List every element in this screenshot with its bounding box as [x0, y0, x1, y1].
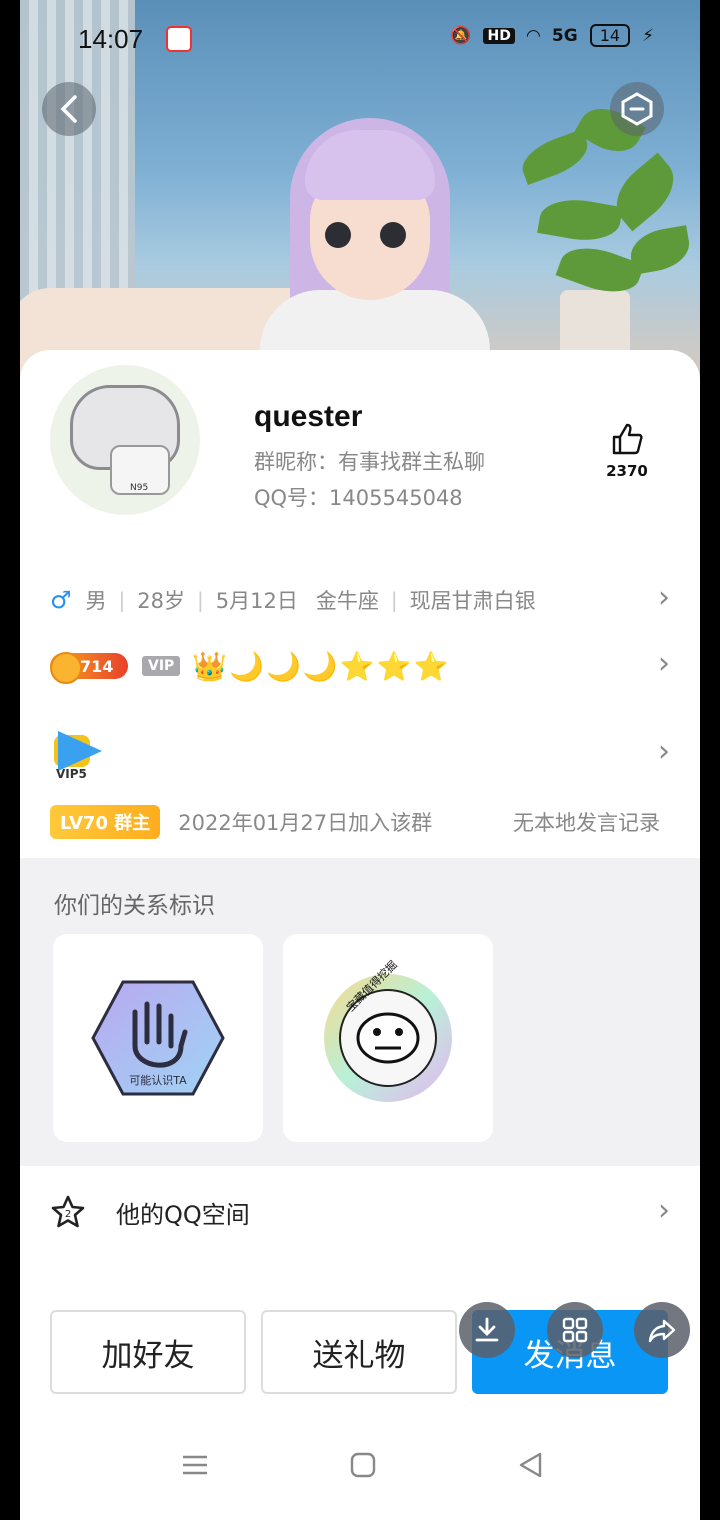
- home-button[interactable]: [348, 1450, 378, 1488]
- send-gift-button[interactable]: 送礼物: [261, 1310, 457, 1394]
- video-vip-row[interactable]: VIP5 ›: [50, 728, 670, 784]
- triangle-back-icon: [519, 1452, 542, 1478]
- birthday: 5月12日: [215, 589, 298, 613]
- male-icon: ♂: [50, 586, 72, 614]
- system-nav-bar: [20, 1450, 700, 1500]
- gender: 男: [85, 589, 107, 613]
- status-time: 14:07: [78, 24, 144, 54]
- video-app-notification-icon: [166, 26, 192, 52]
- chat-history-link[interactable]: 无本地发言记录: [513, 807, 660, 837]
- relationship-card-maybe-know[interactable]: 可能认识TA: [53, 934, 263, 1142]
- basic-info-row[interactable]: ♂ 男 | 28岁 | 5月12日 金牛座 | 现居甘肃白银 ›: [50, 580, 670, 620]
- signal-icon: 5G: [551, 25, 578, 46]
- avatar-3d-eye: [380, 222, 406, 248]
- group-level-badge: LV70 群主: [50, 805, 161, 839]
- profile-name: quester: [254, 400, 363, 433]
- tv-icon-play: [58, 731, 102, 771]
- like-button[interactable]: 2370: [602, 422, 652, 480]
- zodiac: 金牛座: [315, 589, 379, 613]
- download-icon: [475, 1317, 499, 1342]
- like-count: 2370: [606, 462, 648, 480]
- plant-leaf: [626, 225, 694, 275]
- vip-badge: VIP: [142, 656, 181, 676]
- join-date: 2022年01月27日加入该群: [178, 811, 433, 835]
- qq-number: QQ号：1405545048: [254, 486, 463, 510]
- thumbs-up-icon: [612, 423, 643, 455]
- chevron-right-icon: ›: [658, 646, 670, 681]
- status-bar: 14:07 🔕 HD ◠ 5G 14 ⚡: [20, 0, 700, 80]
- relationship-title: 你们的关系标识: [54, 893, 215, 919]
- battery-icon: 14: [589, 24, 631, 47]
- recent-apps-button[interactable]: [180, 1450, 210, 1488]
- chevron-right-icon: ›: [658, 1193, 670, 1228]
- svg-text:可能认识TA: 可能认识TA: [129, 1073, 187, 1087]
- treasure-face-badge-icon: 宝藏值得挖掘: [324, 958, 452, 1102]
- relationship-card-treasure[interactable]: 宝藏值得挖掘: [283, 934, 493, 1142]
- video-vip-label: VIP5: [56, 767, 87, 781]
- chevron-right-icon: ›: [658, 580, 670, 615]
- add-friend-button[interactable]: 加好友: [50, 1310, 246, 1394]
- group-info-row: LV70 群主 2022年01月27日加入该群 无本地发言记录: [50, 802, 670, 842]
- user-avatar[interactable]: N95: [50, 365, 200, 515]
- divider: |: [390, 588, 398, 612]
- profile-cover-image: 14:07 🔕 HD ◠ 5G 14 ⚡: [20, 0, 700, 380]
- waving-hand-badge-icon: 可能认识TA: [91, 980, 225, 1096]
- avatar-mask-text: N95: [130, 483, 149, 493]
- profile-screen: 14:07 🔕 HD ◠ 5G 14 ⚡ N95 quester 群昵称：有事找…: [20, 0, 700, 1520]
- location: 现居甘肃白银: [409, 589, 536, 613]
- charging-icon: ⚡: [642, 25, 654, 46]
- qq-zone-label: 他的QQ空间: [116, 1200, 250, 1229]
- status-icons: 🔕 HD ◠ 5G 14 ⚡: [450, 24, 654, 47]
- grid-icon: [562, 1317, 588, 1343]
- plant-leaf: [537, 193, 623, 247]
- star-icon: 2: [51, 1195, 85, 1228]
- back-button[interactable]: [42, 82, 96, 136]
- home-icon: [350, 1452, 376, 1478]
- relationship-section: 你们的关系标识 可能认识TA 宝藏值得挖掘: [20, 858, 700, 1166]
- share-arrow-icon: [648, 1319, 676, 1343]
- mute-icon: 🔕: [450, 25, 472, 46]
- divider: |: [197, 588, 204, 612]
- more-menu-button[interactable]: [610, 82, 664, 136]
- avatar-3d-eye: [325, 222, 351, 248]
- divider: |: [118, 588, 126, 612]
- wifi-icon: ◠: [526, 25, 540, 46]
- hd-icon: HD: [483, 27, 515, 44]
- hexagon-settings-icon: [621, 92, 653, 126]
- qq-level-coin: 714: [50, 652, 128, 684]
- level-row[interactable]: 714 VIP 👑🌙🌙🌙⭐⭐⭐ ›: [50, 646, 670, 686]
- grid-menu-button[interactable]: [547, 1302, 603, 1358]
- svg-text:2: 2: [65, 1209, 71, 1220]
- menu-icon: [183, 1455, 207, 1475]
- chevron-left-icon: [60, 95, 77, 123]
- level-icons: 👑🌙🌙🌙⭐⭐⭐: [192, 649, 451, 683]
- share-button[interactable]: [634, 1302, 690, 1358]
- chevron-right-icon: ›: [658, 734, 670, 769]
- qq-zone-row[interactable]: 2 他的QQ空间 ›: [50, 1185, 670, 1239]
- back-nav-button[interactable]: [516, 1450, 546, 1488]
- download-button[interactable]: [459, 1302, 515, 1358]
- group-nickname: 群昵称：有事找群主私聊: [254, 450, 485, 474]
- tencent-video-icon: VIP5: [50, 731, 106, 781]
- age: 28岁: [137, 589, 185, 613]
